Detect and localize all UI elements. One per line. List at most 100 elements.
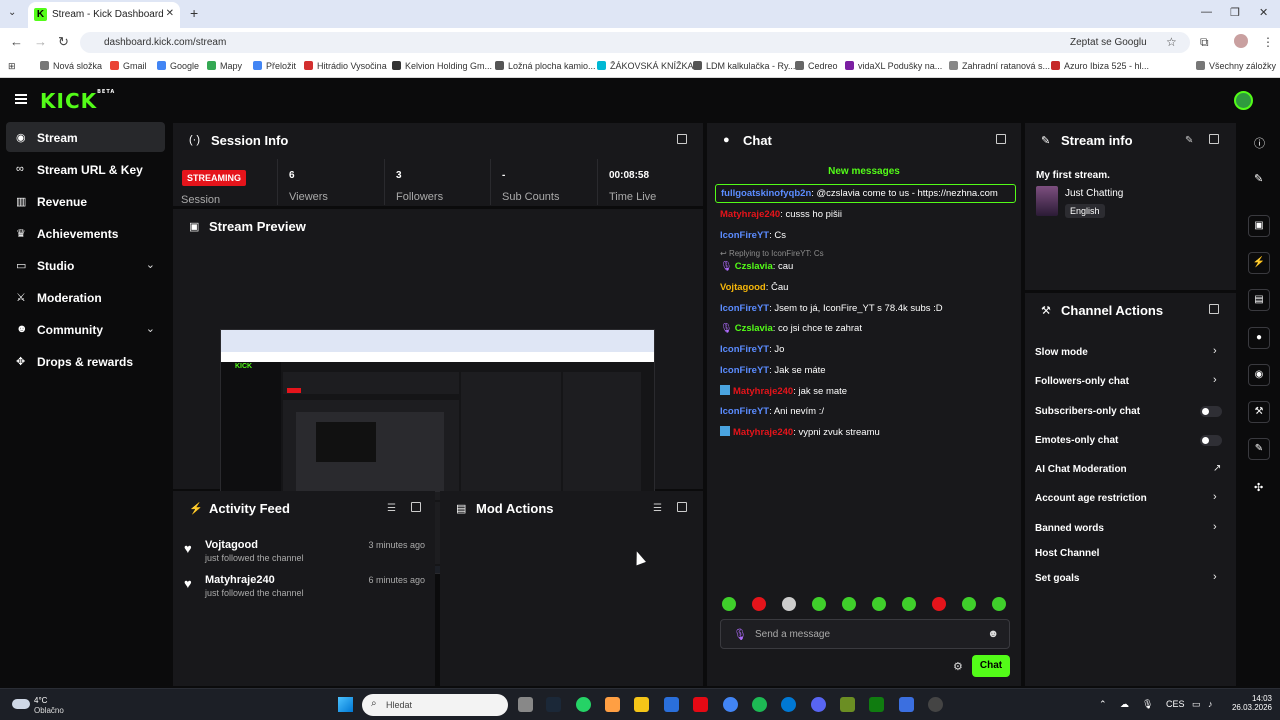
forward-icon[interactable]: → [34,34,47,49]
chat-message-input[interactable]: 🎙 Send a message ☻ [720,619,1010,649]
taskbar-search-field[interactable]: ⌕ Hledat [362,694,508,716]
tab-search-icon[interactable]: ⌄ [8,7,16,18]
rail-activity-button[interactable]: ⚡ [1248,252,1270,274]
chevron-right-icon[interactable]: › [1213,571,1217,583]
filter-icon[interactable]: ☰ [387,503,396,514]
filter-icon[interactable]: ☰ [653,503,662,514]
emote-icon[interactable] [722,597,736,611]
ask-google-button[interactable]: Zeptat se Googlu [1070,37,1147,48]
apps-grid-icon[interactable]: ⊞ [8,61,16,72]
sidebar-item-stream-url-key[interactable]: ∞ Stream URL & Key [6,154,165,184]
rail-mod-actions-button[interactable]: ▤ [1248,289,1270,311]
kick-logo[interactable]: KICKBETA [40,89,115,113]
chevron-right-icon[interactable]: › [1213,374,1217,386]
chevron-right-icon[interactable]: › [1213,345,1217,357]
bookmark-item[interactable]: Kelvion Holding Gm... [392,61,492,71]
rail-stream-info-button[interactable]: ✎ [1248,438,1270,460]
hamburger-menu-icon[interactable] [15,94,27,104]
rail-actions-button[interactable]: ⚒ [1248,401,1270,423]
sidebar-item-studio[interactable]: ▭ Studio ⌄ [6,250,165,280]
emote-icon[interactable] [812,597,826,611]
sidebar-item-stream[interactable]: ◉ Stream [6,122,165,152]
chat-username[interactable]: Matyhraje240 [733,427,793,438]
sidebar-item-community[interactable]: ☻ Community ⌄ [6,314,165,344]
chat-username[interactable]: Czslavia [735,261,773,272]
discord-icon[interactable] [811,697,826,712]
send-chat-button[interactable]: Chat [972,655,1010,677]
banned-words-row[interactable]: Banned words [1035,523,1225,534]
ai-chat-moderation-row[interactable]: AI Chat Moderation [1035,464,1225,475]
bookmark-item[interactable]: Azuro Ibiza 525 - hl... [1051,61,1149,71]
microphone-tray-icon[interactable]: 🎙 [1142,699,1153,710]
bookmark-star-icon[interactable]: ☆ [1166,35,1177,49]
activity-user[interactable]: Vojtagood [205,539,258,551]
netflix-icon[interactable] [693,697,708,712]
browser-menu-icon[interactable]: ⋮ [1262,35,1274,49]
rail-chat-button[interactable]: ● [1248,327,1270,349]
host-channel-row[interactable]: Host Channel [1035,548,1225,559]
chat-username[interactable]: IconFireYT [720,406,769,417]
sidebar-item-drops-rewards[interactable]: ✥ Drops & rewards [6,346,165,376]
network-icon[interactable]: ▭ [1192,699,1201,710]
chat-username[interactable]: IconFireYT [720,303,769,314]
chat-username[interactable]: IconFireYT [720,230,769,241]
bookmark-item[interactable]: Mapy [207,61,242,71]
chat-username[interactable]: Czslavia [735,323,773,334]
chat-username[interactable]: Vojtagood [720,282,766,293]
store-icon[interactable] [664,697,679,712]
close-tab-icon[interactable]: ✕ [166,8,174,19]
external-link-icon[interactable]: ↗ [1213,463,1221,474]
expand-icon[interactable] [411,502,421,512]
chevron-right-icon[interactable]: › [1213,491,1217,503]
chat-username[interactable]: fullgoatskinofyqb2n [721,188,811,199]
bookmark-item[interactable]: Nová složka [40,61,102,71]
bookmark-item[interactable]: ŽÁKOVSKÁ KNÍŽKA [597,61,694,71]
bookmark-item[interactable]: LDM kalkulačka - Ry... [693,61,795,71]
obs-icon[interactable] [928,697,943,712]
spotify-icon[interactable] [752,697,767,712]
sidebar-item-revenue[interactable]: ▥ Revenue [6,186,165,216]
all-bookmarks-item[interactable]: Všechny záložky [1196,61,1276,71]
onedrive-icon[interactable]: ☁ [1120,699,1129,710]
back-icon[interactable]: ← [10,34,23,49]
emote-icon[interactable] [842,597,856,611]
account-age-row[interactable]: Account age restriction [1035,493,1225,504]
bookmark-item[interactable]: Google [157,61,199,71]
bookmark-item[interactable]: Hitrádio Vysočina [304,61,387,71]
emote-icon[interactable] [992,597,1006,611]
bookmark-item[interactable]: Cedreo [795,61,838,71]
emote-icon[interactable] [962,597,976,611]
emote-icon[interactable] [782,597,796,611]
rail-preview-button[interactable]: ▣ [1248,215,1270,237]
minecraft-icon[interactable] [840,697,855,712]
minimize-icon[interactable]: — [1201,6,1212,18]
edit-pencil-icon[interactable]: ✎ [1185,135,1193,146]
steam-icon[interactable] [546,697,561,712]
browser-tab-stream[interactable]: K Stream - Kick Dashboard ✕ [28,2,180,28]
chrome-icon[interactable] [723,697,738,712]
windows-start-icon[interactable] [338,697,353,712]
url-field[interactable]: dashboard.kick.com/stream Zeptat se Goog… [80,32,1190,53]
clock[interactable]: 14:03 26.03.2026 [1222,694,1272,712]
app-icon[interactable] [899,697,914,712]
browser-profile-avatar[interactable] [1234,34,1248,48]
bookmark-item[interactable]: Zahradní ratanová s... [949,61,1050,71]
expand-icon[interactable] [1209,134,1219,144]
edit-pencil-icon[interactable]: ✎ [1254,172,1263,185]
language-indicator[interactable]: CES [1166,699,1185,709]
user-avatar[interactable] [1234,91,1253,110]
microphone-icon[interactable]: 🎙 [733,628,747,641]
subscribers-only-toggle[interactable] [1200,406,1222,417]
slow-mode-row[interactable]: Slow mode [1035,347,1225,358]
chat-username[interactable]: Matyhraje240 [733,386,793,397]
reload-icon[interactable]: ↻ [58,34,69,50]
sidebar-item-achievements[interactable]: ♛ Achievements [6,218,165,248]
layout-icon[interactable]: ✣ [1254,481,1263,494]
tray-chevron-icon[interactable]: ⌃ [1099,699,1107,710]
followers-only-row[interactable]: Followers-only chat [1035,376,1225,387]
emote-icon[interactable] [902,597,916,611]
chat-settings-gear-icon[interactable]: ⚙ [953,660,963,673]
new-tab-icon[interactable]: + [190,5,198,21]
expand-icon[interactable] [677,502,687,512]
info-icon[interactable]: ⓘ [1254,135,1265,151]
